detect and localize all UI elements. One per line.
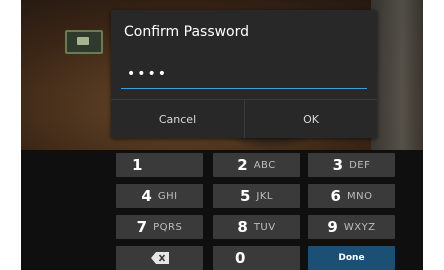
key-4-number: 4 xyxy=(141,187,152,205)
key-6-letters: MNO xyxy=(346,190,373,202)
key-3-number: 3 xyxy=(332,156,344,174)
key-1[interactable]: 1 xyxy=(116,153,203,177)
key-0-number: 0 xyxy=(235,249,246,267)
password-field[interactable]: •••• xyxy=(121,60,367,89)
key-8[interactable]: 8 TUV xyxy=(213,215,300,239)
key-0[interactable]: 0 xyxy=(213,246,300,270)
key-2[interactable]: 2 ABC xyxy=(213,153,300,177)
key-5-number: 5 xyxy=(239,187,251,205)
key-3[interactable]: 3 DEF xyxy=(308,153,395,177)
key-2-letters: ABC xyxy=(253,159,276,171)
key-6[interactable]: 6 MNO xyxy=(308,184,395,208)
backspace-icon xyxy=(150,252,169,264)
cancel-button[interactable]: Cancel xyxy=(111,100,244,138)
key-1-number: 1 xyxy=(132,156,143,174)
key-8-letters: TUV xyxy=(253,221,276,233)
done-key[interactable]: Done xyxy=(308,246,395,270)
key-5-letters: JKL xyxy=(256,190,273,202)
key-7[interactable]: 7 PQRS xyxy=(116,215,203,239)
ok-button[interactable]: OK xyxy=(244,100,377,138)
key-6-number: 6 xyxy=(330,187,341,205)
confirm-password-dialog: Confirm Password •••• Cancel OK xyxy=(111,10,377,138)
key-7-letters: PQRS xyxy=(153,221,183,233)
key-9-letters: WXYZ xyxy=(343,221,376,233)
channel-logo-icon xyxy=(65,30,103,54)
key-4-letters: GHI xyxy=(157,190,178,202)
key-4[interactable]: 4 GHI xyxy=(116,184,203,208)
dialog-title: Confirm Password xyxy=(124,24,250,40)
key-5[interactable]: 5 JKL xyxy=(213,184,300,208)
key-3-letters: DEF xyxy=(349,159,371,171)
device-screen: Confirm Password •••• Cancel OK 1 2 ABC … xyxy=(21,0,423,270)
password-value: •••• xyxy=(127,66,169,82)
key-7-number: 7 xyxy=(136,218,148,236)
done-label: Done xyxy=(338,253,365,263)
video-background-right xyxy=(371,0,423,150)
key-2-number: 2 xyxy=(237,156,248,174)
key-8-number: 8 xyxy=(237,218,248,236)
key-9-number: 9 xyxy=(327,218,338,236)
numeric-keyboard: 1 2 ABC 3 DEF 4 GHI 5 JKL 6 MNO 7 PQRS 8 xyxy=(21,150,423,270)
backspace-key[interactable] xyxy=(116,246,203,270)
key-9[interactable]: 9 WXYZ xyxy=(308,215,395,239)
